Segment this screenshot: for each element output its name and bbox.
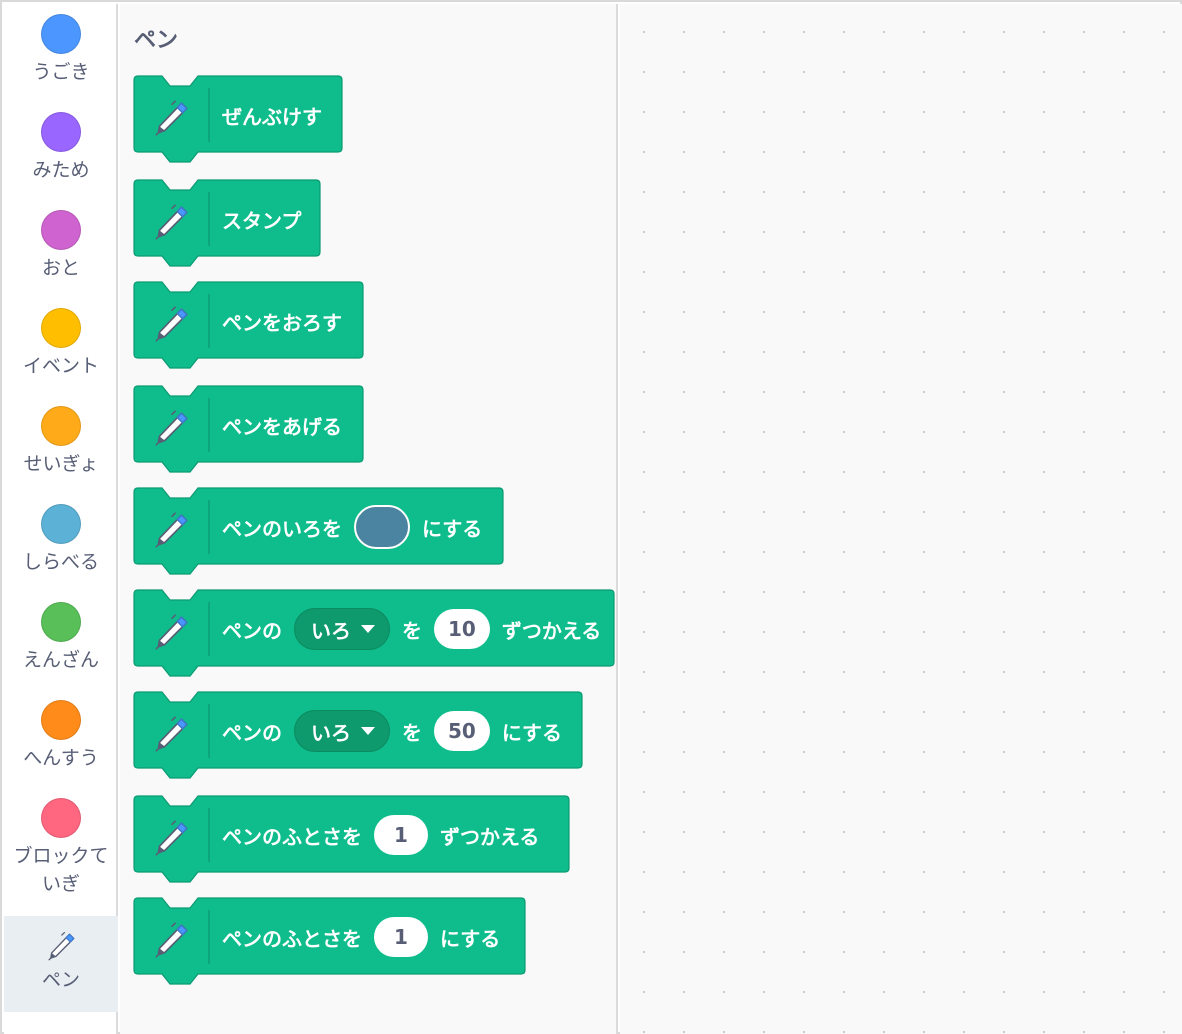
category-color-dot: [41, 112, 81, 152]
number-input[interactable]: 1: [374, 815, 428, 855]
category-color-dot: [41, 700, 81, 740]
block-label: にする: [422, 516, 483, 541]
pen-icon: [150, 408, 192, 450]
pen-icon: [150, 304, 192, 346]
block-content: ペンのふとさを 1 ずつかえる: [222, 796, 539, 874]
number-input[interactable]: 1: [374, 917, 428, 957]
category-events[interactable]: イベント: [4, 308, 118, 380]
category-label: しらべる: [22, 551, 99, 573]
block-content: ペンの いろ を 50 にする: [222, 692, 562, 770]
category-label: えんざん: [22, 649, 99, 671]
block-divider: [208, 88, 210, 142]
block-label: ぜんぶけす: [222, 104, 322, 129]
number-input[interactable]: 10: [434, 609, 490, 649]
category-label: みため: [32, 159, 90, 181]
block-divider: [208, 808, 210, 862]
block-palette: ペン ぜんぶけす スタンプ ペンをおろす ペンをあげる ペンのいろを にする ペ…: [120, 4, 618, 1034]
block-divider: [208, 398, 210, 452]
block-content: ぜんぶけす: [222, 76, 322, 154]
category-label: ブロックて いぎ: [13, 845, 109, 895]
category-pen[interactable]: ペン: [4, 916, 118, 1012]
pen-block[interactable]: ぜんぶけす: [133, 75, 343, 163]
block-label: ペンのいろを: [222, 516, 342, 541]
category-control[interactable]: せいぎょ: [4, 406, 118, 478]
param-dropdown[interactable]: いろ: [294, 608, 390, 650]
category-operators[interactable]: えんざん: [4, 602, 118, 674]
block-label: ずつかえる: [440, 824, 540, 849]
pen-icon: [150, 98, 192, 140]
dropdown-value: いろ: [311, 720, 351, 745]
category-label: せいぎょ: [23, 453, 99, 475]
block-divider: [208, 704, 210, 758]
number-input[interactable]: 50: [434, 711, 490, 751]
category-variables[interactable]: へんすう: [4, 700, 118, 772]
block-divider: [208, 294, 210, 348]
color-picker[interactable]: [354, 505, 410, 549]
block-content: ペンのふとさを 1 にする: [222, 898, 500, 976]
block-label: ペンの: [222, 618, 282, 643]
category-color-dot: [41, 504, 81, 544]
pen-block[interactable]: ペンのふとさを 1 にする: [133, 897, 526, 985]
block-divider: [208, 602, 210, 656]
param-dropdown[interactable]: いろ: [294, 710, 390, 752]
category-label: イベント: [22, 355, 99, 377]
category-motion[interactable]: うごき: [4, 14, 118, 86]
pen-block[interactable]: ペンのふとさを 1 ずつかえる: [133, 795, 570, 883]
block-label: ペンのふとさを: [222, 926, 362, 951]
category-label: へんすう: [23, 747, 99, 769]
block-content: ペンのいろを にする: [222, 488, 482, 566]
palette-title: ペン: [134, 28, 179, 53]
code-workspace[interactable]: [620, 4, 1182, 1034]
block-label: スタンプ: [222, 208, 302, 233]
category-menu: うごきみためおとイベントせいぎょしらべるえんざんへんすうブロックて いぎ ペン: [4, 4, 118, 1034]
block-label: ペンのふとさを: [222, 824, 362, 849]
block-divider: [208, 192, 210, 246]
block-content: ペンをおろす: [222, 282, 342, 360]
pen-block[interactable]: ペンの いろ を 50 にする: [133, 691, 583, 779]
block-label: ペンの: [222, 720, 282, 745]
pen-icon: [150, 818, 192, 860]
block-label: にする: [501, 720, 563, 745]
category-my-blocks[interactable]: ブロックて いぎ: [4, 798, 118, 898]
pen-icon: [150, 920, 192, 962]
block-divider: [208, 500, 210, 554]
block-label: を: [402, 618, 422, 643]
block-content: ペンの いろ を 10 ずつかえる: [222, 590, 601, 668]
block-label: ペンをあげる: [222, 414, 342, 439]
category-sensing[interactable]: しらべる: [4, 504, 118, 576]
category-color-dot: [41, 210, 81, 250]
pen-icon: [44, 930, 78, 966]
chevron-down-icon: [361, 625, 375, 633]
category-sound[interactable]: おと: [4, 210, 118, 282]
category-color-dot: [41, 406, 81, 446]
pen-block[interactable]: ペンをあげる: [133, 385, 364, 473]
scratch-editor: うごき みため おと イベント せいぎょ しらべる えんざん へんすう ブロックて いぎ ペン …: [0, 0, 1182, 1034]
block-label: にする: [440, 926, 501, 951]
block-label: を: [402, 720, 422, 745]
category-label: うごき: [32, 61, 90, 83]
category-color-dot: [41, 798, 81, 838]
category-looks[interactable]: みため: [4, 112, 118, 184]
block-content: スタンプ: [222, 180, 301, 258]
block-label: ずつかえる: [501, 618, 602, 643]
pen-icon: [150, 510, 192, 552]
block-label: ペンをおろす: [222, 310, 342, 335]
category-label: ペン: [41, 969, 80, 991]
pen-icon: [150, 612, 192, 654]
pen-block[interactable]: スタンプ: [133, 179, 321, 267]
pen-block[interactable]: ペンのいろを にする: [133, 487, 504, 575]
pen-block[interactable]: ペンをおろす: [133, 281, 364, 369]
category-color-dot: [41, 14, 81, 54]
category-color-dot: [41, 602, 81, 642]
pen-icon: [150, 714, 192, 756]
dropdown-value: いろ: [311, 618, 351, 643]
pen-icon: [150, 202, 192, 244]
category-label: おと: [41, 257, 80, 279]
block-divider: [208, 910, 210, 964]
block-content: ペンをあげる: [222, 386, 342, 464]
category-color-dot: [41, 308, 81, 348]
pen-block[interactable]: ペンの いろ を 10 ずつかえる: [133, 589, 615, 677]
chevron-down-icon: [361, 727, 375, 735]
